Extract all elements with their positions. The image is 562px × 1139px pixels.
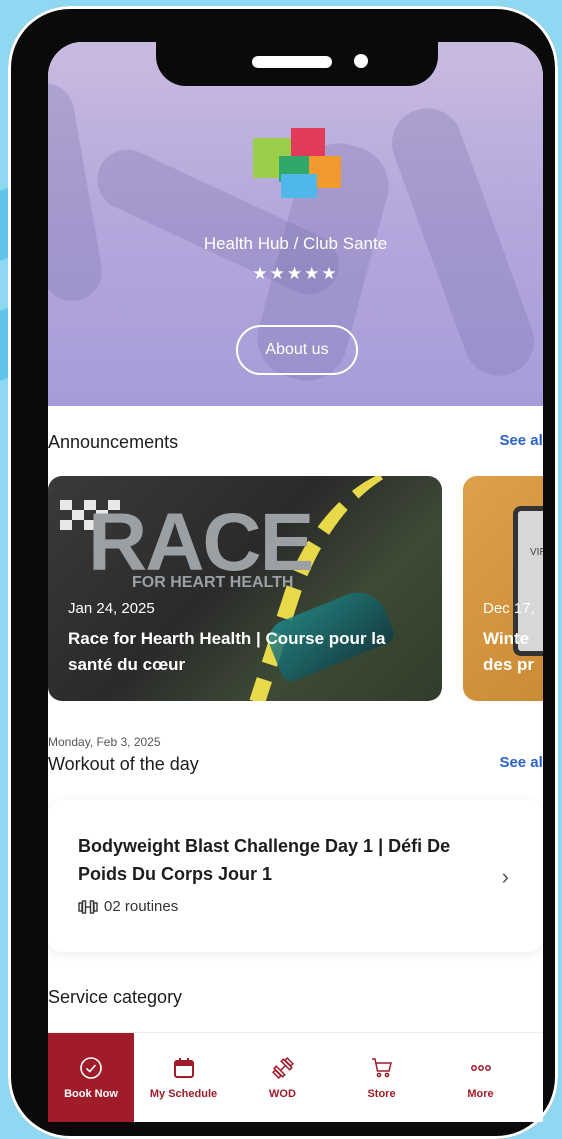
announcement-date: Dec 17,: [483, 600, 535, 617]
section-title: Announcements: [48, 432, 179, 452]
phone-notch: [156, 12, 438, 86]
cart-icon: [371, 1058, 392, 1078]
announcement-title-line: des pr: [483, 655, 535, 674]
section-title: Service category: [48, 987, 183, 1007]
nav-book-now[interactable]: Book Now: [48, 1033, 134, 1122]
hero-banner: Health Hub / Club Sante ★★★★★ About us: [48, 42, 543, 406]
race-image-subtext: FOR HEART HEALTH: [132, 574, 294, 591]
see-all-wod-link[interactable]: See all: [499, 754, 543, 771]
wod-header: Workout of the day See all: [48, 754, 543, 778]
rating-stars: ★★★★★: [252, 264, 339, 283]
announcement-title: Winte des pr: [483, 626, 543, 678]
announcement-title: Race for Hearth Health | Course pour la …: [68, 629, 386, 674]
calendar-icon: [173, 1058, 194, 1078]
club-logo: [253, 128, 345, 202]
nav-my-schedule[interactable]: My Schedule: [134, 1033, 233, 1122]
routines-count: 02 routines: [78, 898, 178, 915]
nav-label: Book Now: [64, 1088, 118, 1100]
announcement-card[interactable]: RACE FOR HEART HEALTH Jan 24, 2025 Race …: [48, 476, 442, 701]
dumbbell-icon: [271, 1057, 294, 1079]
chevron-right-icon: ›: [501, 864, 509, 889]
phone-frame: Health Hub / Club Sante ★★★★★ About us A…: [8, 6, 558, 1139]
app-screen: Health Hub / Club Sante ★★★★★ About us A…: [48, 42, 543, 1122]
announcement-date: Jan 24, 2025: [68, 600, 155, 617]
announcements-header: Announcements See all: [48, 432, 543, 456]
dumbbell-icon: [78, 899, 98, 914]
bottom-navigation: Book Now My Schedule WOD Store More: [48, 1032, 543, 1122]
wod-title: Bodyweight Blast Challenge Day 1 | Défi …: [78, 836, 451, 884]
nav-label: WOD: [269, 1088, 296, 1100]
see-all-announcements-link[interactable]: See all: [499, 432, 543, 449]
nav-store[interactable]: Store: [332, 1033, 431, 1122]
speaker: [252, 56, 332, 68]
club-name: Health Hub / Club Sante: [203, 234, 388, 253]
announcement-title-line: Winte: [483, 629, 530, 648]
nav-label: My Schedule: [149, 1088, 218, 1100]
announcement-card[interactable]: VIR WEL Dec 17, Winte des pr: [463, 476, 543, 701]
wod-card[interactable]: Bodyweight Blast Challenge Day 1 | Défi …: [48, 800, 543, 952]
about-us-button[interactable]: About us: [236, 325, 358, 375]
more-dots-icon: [470, 1065, 491, 1071]
nav-wod[interactable]: WOD: [233, 1033, 332, 1122]
nav-label: Store: [367, 1088, 396, 1100]
section-title: Workout of the day: [48, 754, 199, 774]
tablet-image-text: VIR WEL: [530, 547, 543, 558]
camera: [354, 54, 368, 68]
nav-more[interactable]: More: [431, 1033, 530, 1122]
nav-label: More: [467, 1088, 494, 1100]
service-header: Service category: [48, 987, 543, 1011]
check-circle-icon: [80, 1057, 102, 1079]
routines-label: 02 routines: [104, 898, 179, 915]
wod-date: Monday, Feb 3, 2025: [48, 735, 161, 749]
